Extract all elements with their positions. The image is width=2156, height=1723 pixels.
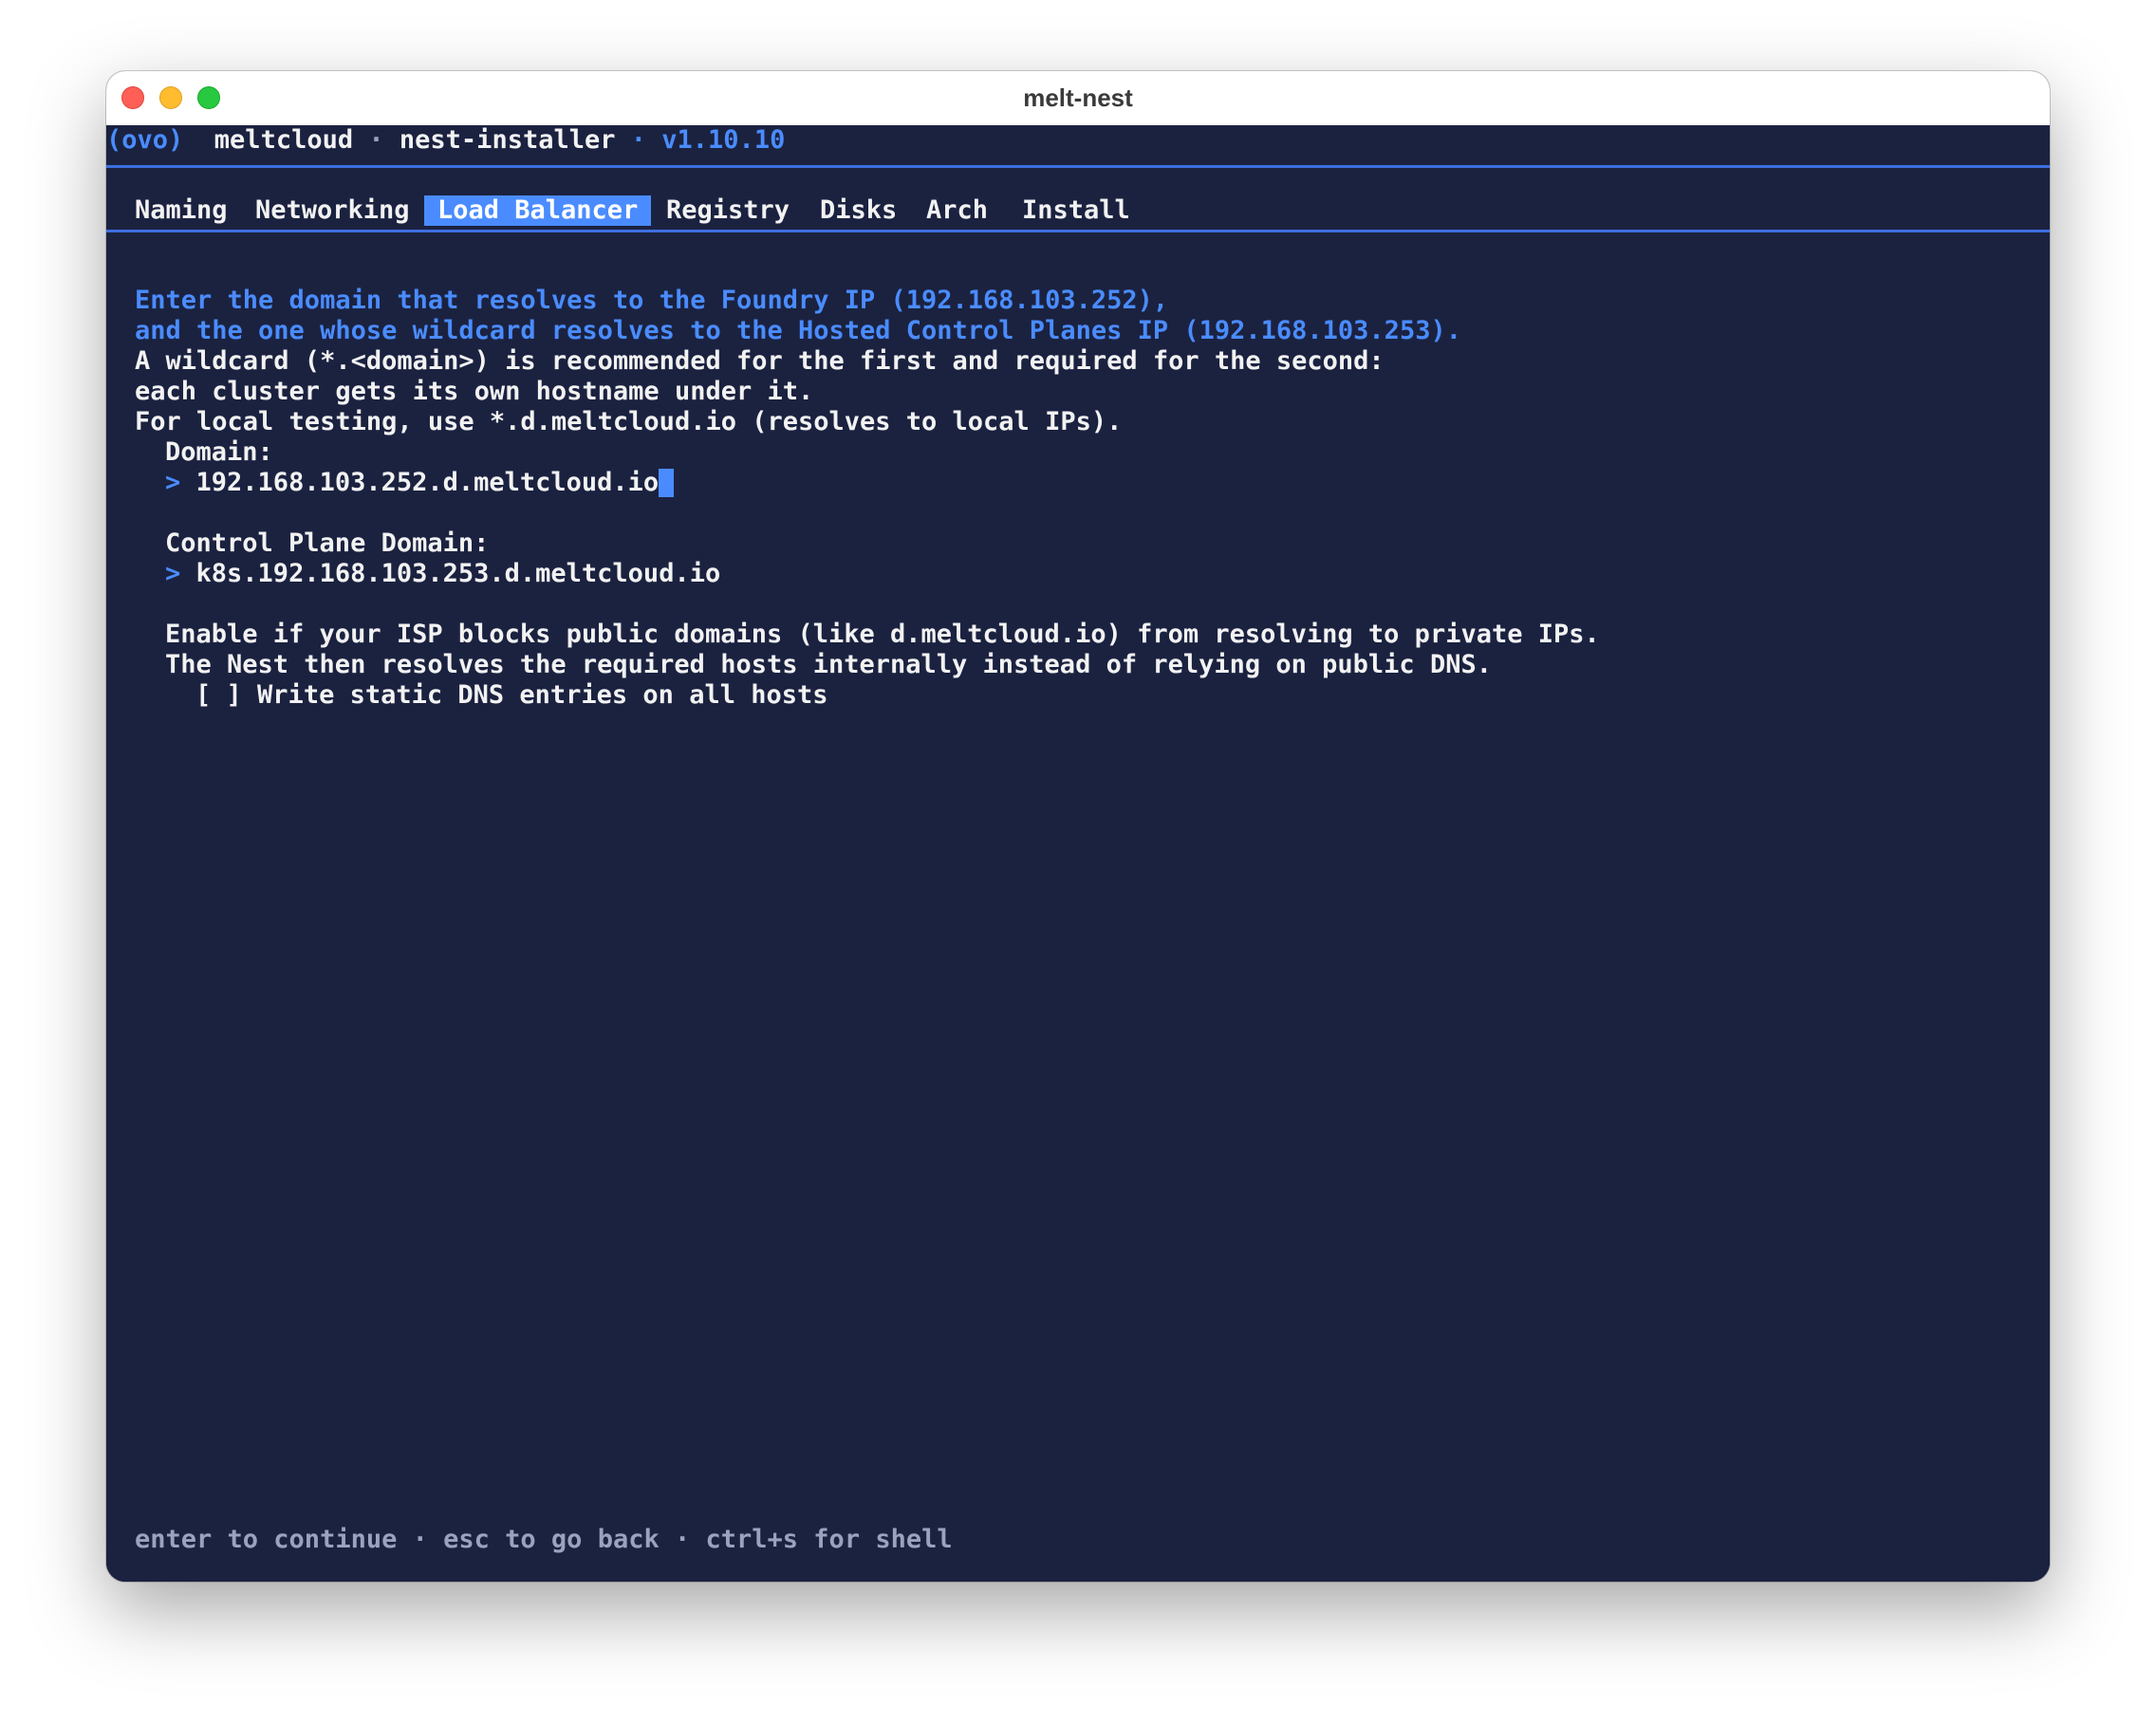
key-hints-footer: enter to continue · esc to go back · ctr… [135,1525,953,1555]
instruction-line: each cluster gets its own hostname under… [135,377,814,406]
checkbox-label: Write static DNS entries on all hosts [257,680,828,710]
tab-arch[interactable]: Arch [926,195,988,226]
checkbox-box: [ ] [195,680,242,710]
version-label: v1.10.10 [661,125,786,155]
header-separator: · [630,125,647,155]
instruction-line: and the one whose wildcard resolves to t… [135,316,1461,345]
hint-separator: · [412,1525,428,1554]
tab-install[interactable]: Install [1022,195,1130,226]
domain-value: 192.168.103.252.d.meltcloud.io [195,468,660,497]
instruction-line: A wildcard (*.<domain>) is recommended f… [135,346,1385,376]
domain-label: Domain: [165,437,273,467]
app-name: nest-installer [399,125,616,155]
tabs-divider [106,230,2050,232]
dns-help-line: Enable if your ISP blocks public domains… [165,620,1600,649]
hint-continue: enter to continue [135,1525,398,1554]
hint-back: esc to go back [443,1525,660,1554]
control-plane-domain-label: Control Plane Domain: [165,528,490,558]
prompt-chevron-icon: > [165,559,181,588]
tab-load-balancer[interactable]: Load Balancer [424,195,652,226]
prompt-chevron-icon: > [165,468,181,497]
hint-separator: · [674,1525,691,1554]
text-cursor [659,469,675,497]
brand-name: meltcloud [214,125,354,155]
window-title: melt-nest [1023,83,1133,112]
hint-shell: ctrl+s for shell [705,1525,953,1554]
control-plane-domain-input[interactable]: > k8s.192.168.103.253.d.meltcloud.io [165,559,720,589]
title-bar: melt-nest [106,71,2050,126]
terminal-window: melt-nest (ovo) meltcloud · nest-install… [106,71,2050,1582]
tab-disks[interactable]: Disks [820,195,897,226]
dns-help-line: The Nest then resolves the required host… [165,650,1492,679]
static-dns-checkbox[interactable]: [ ] Write static DNS entries on all host… [195,680,828,711]
tab-naming[interactable]: Naming [135,195,228,226]
terminal-content: (ovo) meltcloud · nest-installer · v1.10… [106,125,2050,1582]
header-divider [106,165,2050,168]
domain-input[interactable]: > 192.168.103.252.d.meltcloud.io [165,468,675,498]
app-header: (ovo) meltcloud · nest-installer · v1.10… [106,125,785,156]
control-plane-domain-value: k8s.192.168.103.253.d.meltcloud.io [195,559,721,588]
instruction-line: For local testing, use *.d.meltcloud.io … [135,407,1123,436]
header-separator: · [368,125,384,155]
instruction-line: Enter the domain that resolves to the Fo… [135,286,1169,315]
tab-networking[interactable]: Networking [255,195,410,226]
logo: (ovo) [106,125,184,155]
tab-registry[interactable]: Registry [666,195,790,226]
